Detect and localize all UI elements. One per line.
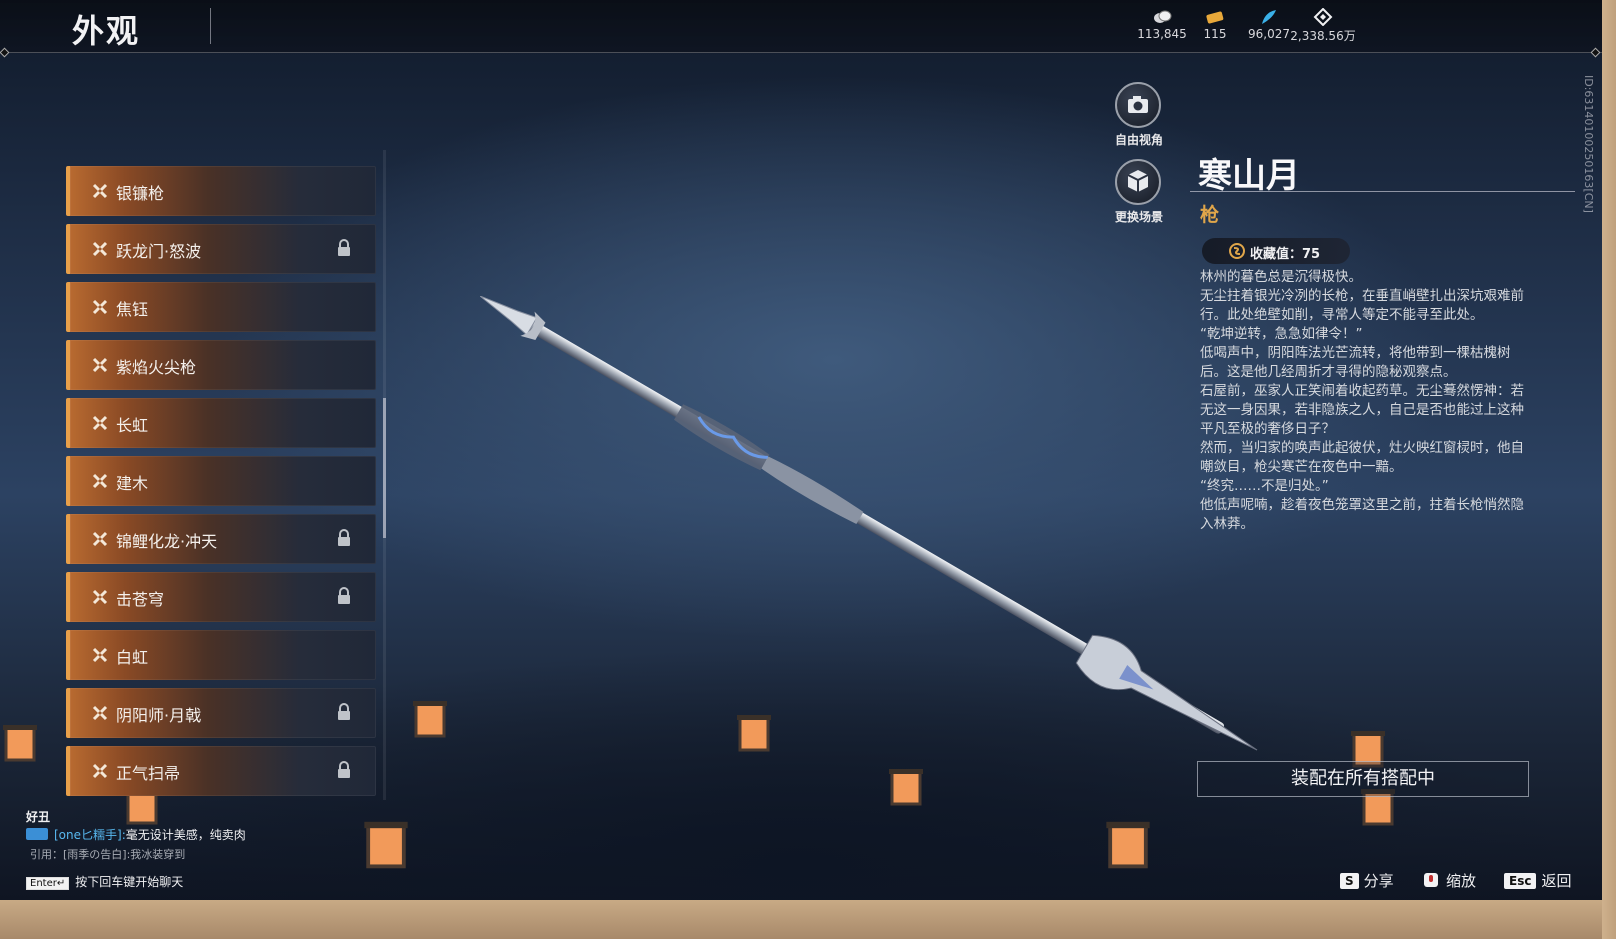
feather-icon	[1262, 10, 1276, 24]
camera-icon	[1128, 96, 1148, 113]
list-scrollbar-thumb[interactable]	[383, 398, 386, 538]
list-item-label: 长虹	[116, 416, 149, 435]
chat-message: [one匕糯手]:毫无设计美感，纯卖肉	[26, 826, 246, 843]
chat-user[interactable]: [one匕糯手]:	[54, 828, 126, 842]
weapon-category-icon	[92, 647, 108, 663]
list-item-label: 正气扫帚	[116, 764, 181, 783]
change-scene-label: 更换场景	[1114, 210, 1163, 224]
list-item-label: 锦鲤化龙·冲天	[116, 532, 218, 551]
weapon-category-icon	[92, 531, 108, 547]
background-desktop-edge	[1602, 0, 1616, 939]
lore-paragraph: “终究……不是归处。”	[1200, 478, 1329, 494]
lantern-decoration	[413, 701, 447, 738]
weapon-category-icon	[92, 415, 108, 431]
back-hint[interactable]: Esc 返回	[1504, 870, 1571, 892]
weapon-category-icon	[92, 763, 108, 779]
lore-paragraph: 他低声呢喃，趁着夜色笼罩这里之前，拄着长枪悄然隐入林莽。	[1200, 497, 1524, 532]
list-item[interactable]: 正气扫帚	[66, 746, 376, 796]
player-id: ID:6314010025016​3[CN]	[1582, 75, 1595, 213]
item-lore: 林州的暮色总是沉得极快。 无尘拄着银光冷冽的长枪，在垂直峭壁扎出深坑艰难前行。此…	[1200, 268, 1535, 534]
cube-scene-icon	[1127, 170, 1149, 192]
chat-quote: 引用：[雨季の告白]:我冰装穿到	[30, 848, 186, 861]
list-item[interactable]: 锦鲤化龙·冲天	[66, 514, 376, 564]
gold-ticket-icon	[1206, 11, 1224, 24]
list-item[interactable]: 白虹	[66, 630, 376, 680]
currency-value: 2,338.56万	[1290, 29, 1356, 43]
chat-text: 毫无设计美感，纯卖肉	[125, 828, 246, 842]
weapon-category-icon	[92, 183, 108, 199]
lore-paragraph: “乾坤逆转，急急如律令！”	[1200, 326, 1363, 342]
equip-all-outfits-button[interactable]: 装配在所有搭配中	[1197, 761, 1529, 797]
free-view-button[interactable]	[1115, 82, 1161, 128]
share-label: 分享	[1363, 872, 1394, 890]
lock-icon	[338, 587, 350, 604]
zoom-icon	[1424, 873, 1438, 887]
weapon-category-icon	[92, 473, 108, 489]
lantern-decoration	[1106, 821, 1150, 869]
name-divider	[1190, 191, 1575, 192]
weapon-category-icon	[92, 299, 108, 315]
lantern-decoration	[364, 821, 408, 869]
weapon-category-icon	[92, 241, 108, 257]
lock-icon	[338, 239, 350, 256]
top-bar: 外观 113,845 115 96,027 2,338.56万	[0, 0, 1602, 53]
game-scene: 外观 113,845 115 96,027 2,338.56万 银镰枪 跃龙门·…	[0, 0, 1602, 900]
key-s: S	[1340, 873, 1359, 889]
lore-paragraph: 石屋前，巫家人正笑闹着收起药草。无尘蓦然愣神：若无这一身因果，若非隐族之人，自己…	[1200, 383, 1524, 437]
list-item[interactable]: 紫焰火尖枪	[66, 340, 376, 390]
spear-model	[480, 296, 1258, 751]
list-item-label: 击苍穹	[116, 590, 165, 609]
collection-icon	[1229, 243, 1245, 259]
list-item-label: 跃龙门·怒波	[116, 242, 202, 261]
lore-paragraph: 低喝声中，阴阳阵法光芒流转，将他带到一棵枯槐树后。这是他几经周折才寻得的隐秘观察…	[1200, 345, 1511, 380]
diamond-icon	[1313, 8, 1333, 26]
lock-icon	[338, 529, 350, 546]
chat-channel-tag	[26, 828, 48, 840]
page-title: 外观	[72, 12, 141, 50]
weapon-category-icon	[92, 357, 108, 373]
background-desktop	[0, 900, 1616, 939]
change-scene-button[interactable]	[1115, 159, 1161, 205]
list-item[interactable]: 击苍穹	[66, 572, 376, 622]
lore-paragraph: 然而，当归家的唤声此起彼伏，灶火映红窗棂时，他自嘲敛目，枪尖寒芒在夜色中一黯。	[1200, 440, 1524, 475]
list-item-label: 焦钰	[116, 300, 149, 319]
lock-icon	[338, 703, 350, 720]
appearance-list[interactable]: 银镰枪 跃龙门·怒波 焦钰 紫焰火尖枪 长虹 建木 锦鲤化龙·冲天 击苍穹 白虹…	[66, 150, 382, 800]
item-type: 枪	[1200, 204, 1220, 226]
weapon-category-icon	[92, 589, 108, 605]
lore-paragraph: 无尘拄着银光冷冽的长枪，在垂直峭壁扎出深坑艰难前行。此处绝壁如削，寻常人等定不能…	[1200, 288, 1524, 323]
lantern-decoration	[889, 769, 923, 806]
list-item[interactable]: 跃龙门·怒波	[66, 224, 376, 274]
share-hint[interactable]: S 分享	[1340, 870, 1394, 892]
zoom-label: 缩放	[1446, 872, 1477, 890]
list-item[interactable]: 阴阳师·月戟	[66, 688, 376, 738]
chat-input-hint[interactable]: Enter↵ 按下回车键开始聊天	[26, 873, 183, 890]
currency-diamond: 2,338.56万	[1288, 8, 1358, 44]
chat-sender-name: 好丑	[26, 810, 51, 824]
weapon-category-icon	[92, 705, 108, 721]
lantern-decoration	[3, 725, 37, 762]
collect-value: 收藏值：75	[1250, 247, 1321, 262]
list-item-label: 银镰枪	[116, 184, 165, 203]
enter-key: Enter↵	[26, 877, 70, 890]
key-esc: Esc	[1504, 873, 1537, 889]
list-item-label: 阴阳师·月戟	[116, 706, 202, 725]
chat-input-label: 按下回车键开始聊天	[75, 875, 184, 889]
lock-icon	[338, 761, 350, 778]
list-item-label: 白虹	[116, 648, 149, 667]
list-item-label: 建木	[116, 474, 149, 493]
lore-paragraph: 林州的暮色总是沉得极快。	[1200, 269, 1362, 285]
back-label: 返回	[1541, 872, 1572, 890]
list-item-label: 紫焰火尖枪	[116, 358, 197, 377]
free-view-label: 自由视角	[1114, 133, 1163, 147]
list-item[interactable]: 焦钰	[66, 282, 376, 332]
list-item[interactable]: 建木	[66, 456, 376, 506]
item-name: 寒山月	[1198, 156, 1300, 196]
silver-coin-icon	[1154, 10, 1172, 23]
list-item[interactable]: 长虹	[66, 398, 376, 448]
title-divider	[210, 8, 211, 44]
lantern-decoration	[737, 715, 771, 752]
list-item[interactable]: 银镰枪	[66, 166, 376, 216]
zoom-hint[interactable]: 缩放	[1420, 870, 1476, 892]
